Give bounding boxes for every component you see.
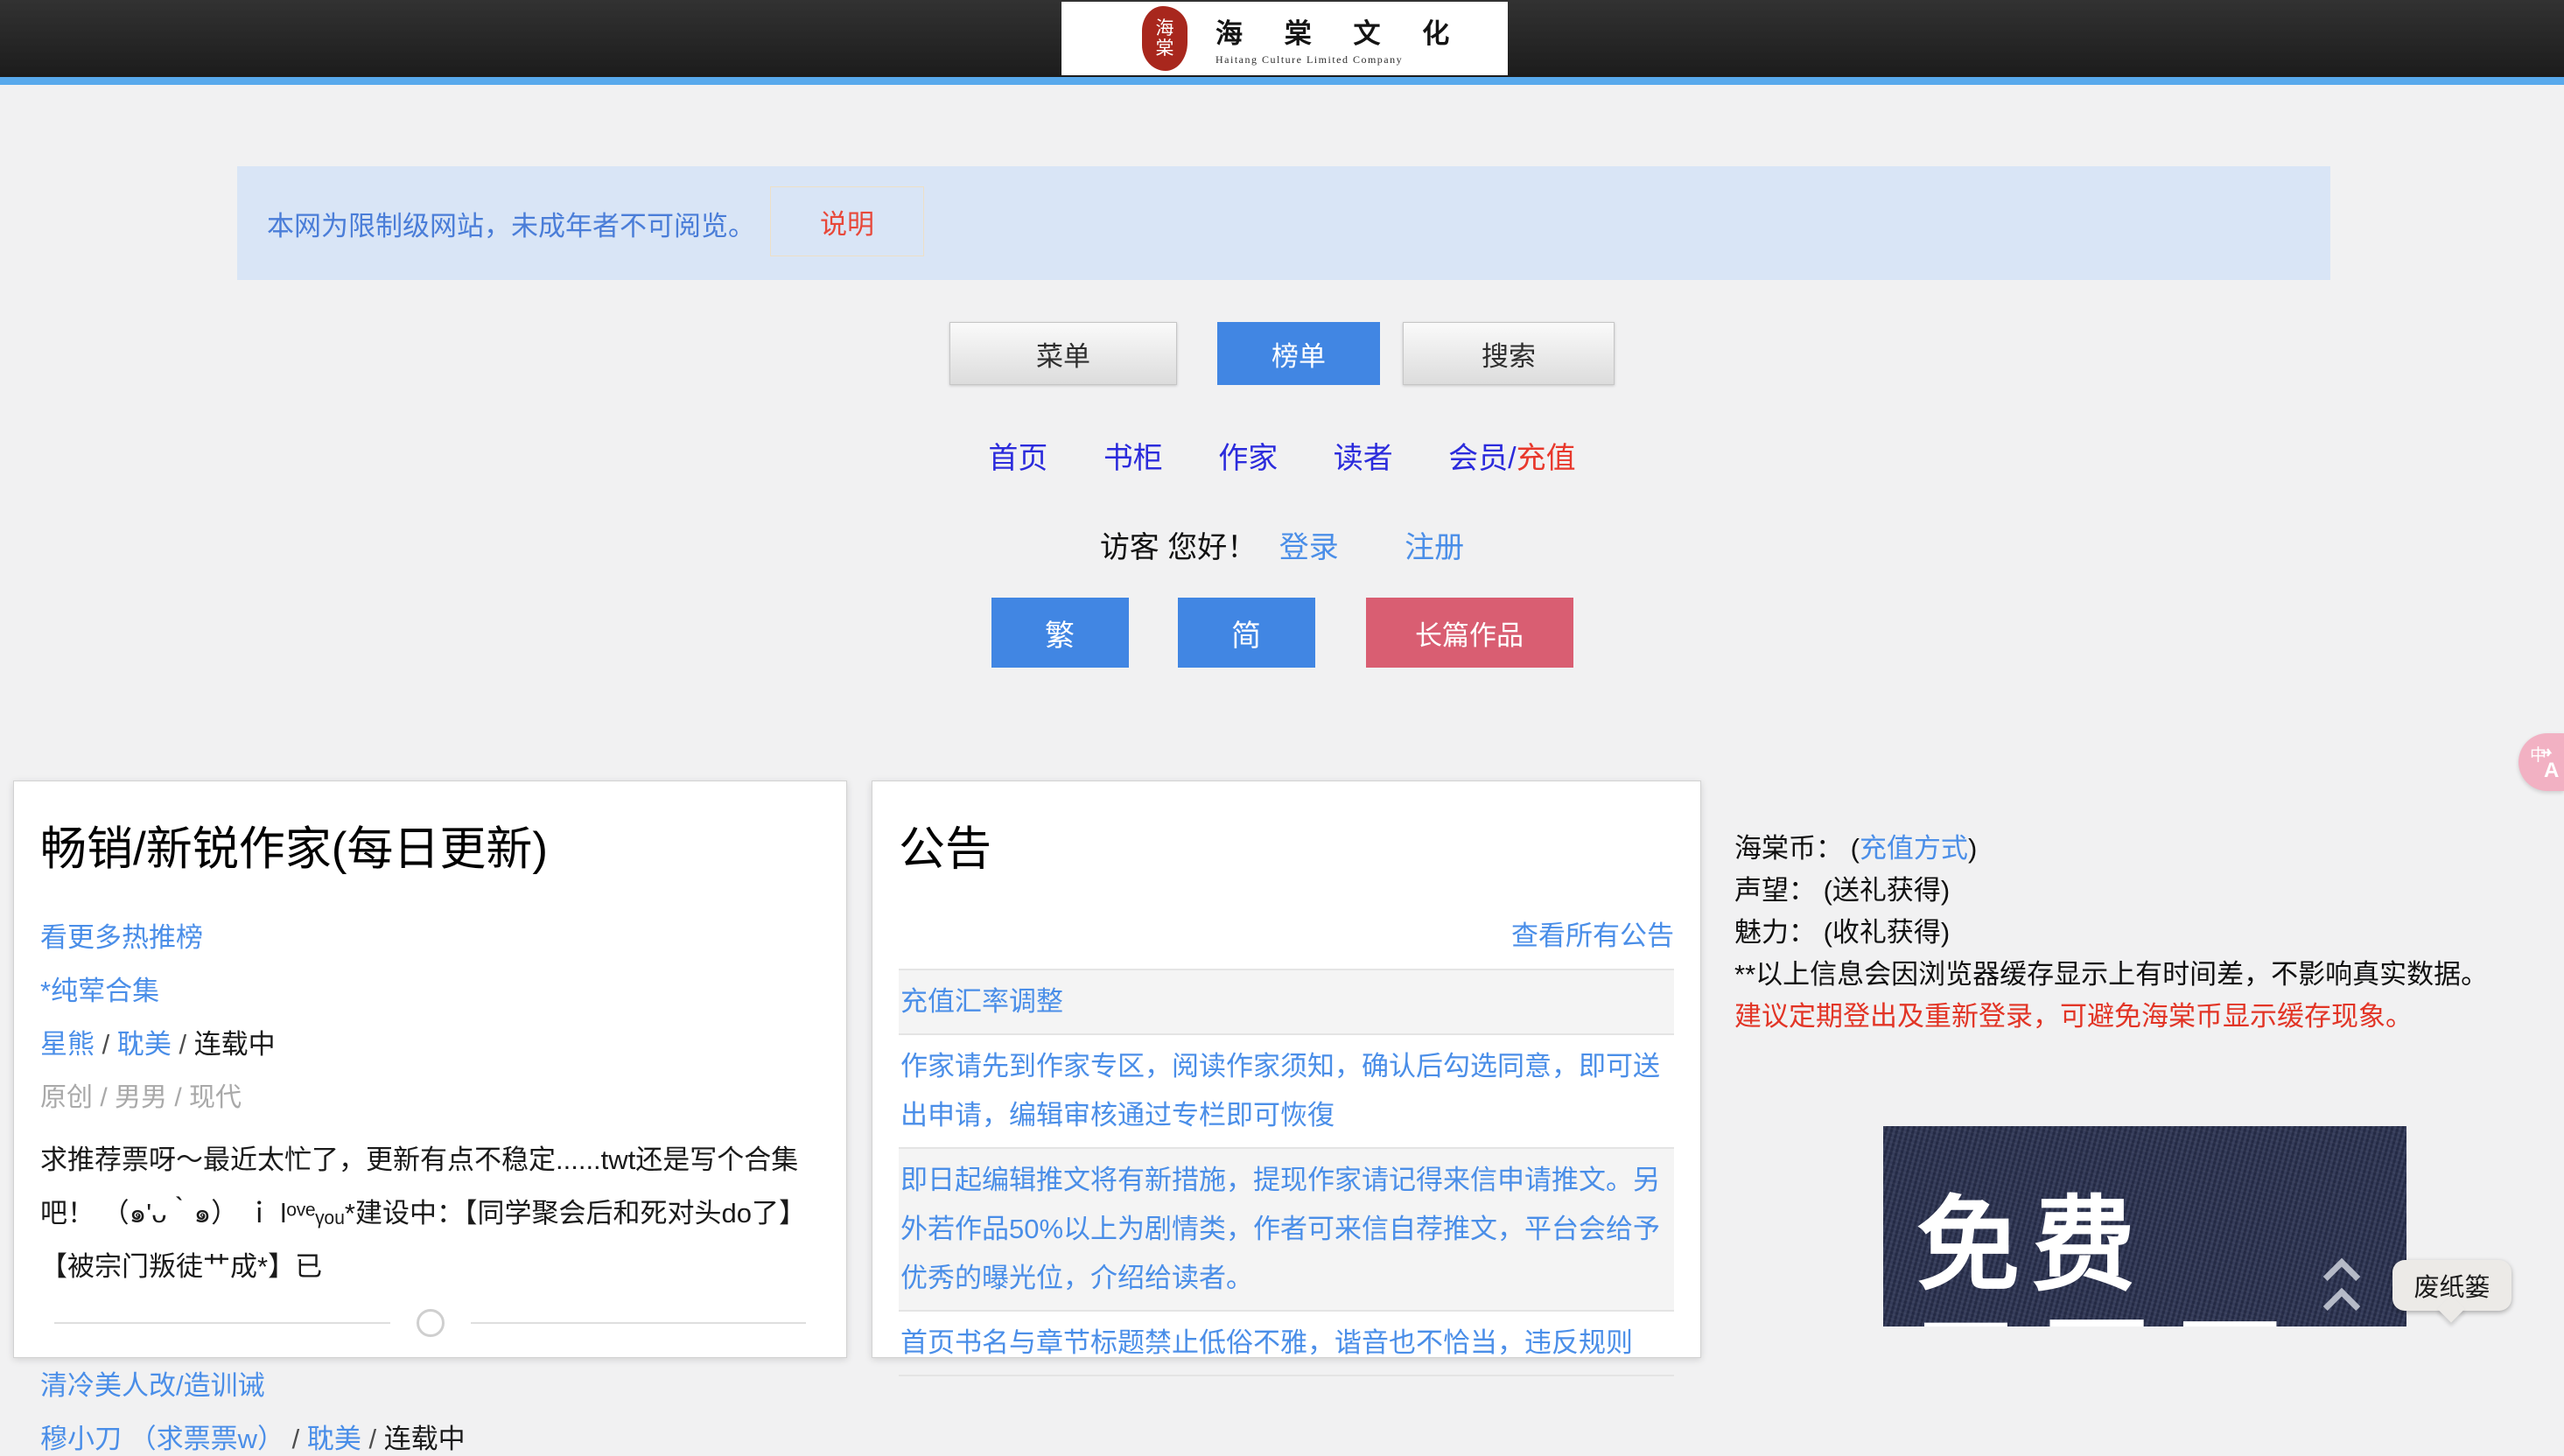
book-title-link[interactable]: 清冷美人改/造训诫	[40, 1370, 265, 1401]
panel-divider	[54, 1309, 806, 1337]
book-meta-row: 星熊 / 耽美 / 连载中	[40, 1022, 820, 1061]
announcements-panel-title: 公告	[899, 812, 1674, 878]
login-link[interactable]: 登录	[1279, 531, 1339, 564]
nav-separator: /	[1508, 442, 1516, 475]
cache-note: **以上信息会因浏览器缓存显示上有时间差，不影响真实数据。	[1734, 954, 2522, 996]
nav-recharge-link[interactable]: 充值	[1517, 442, 1576, 475]
notice-explain-link[interactable]: 说明	[770, 186, 924, 256]
translate-icon: 中 A	[2529, 744, 2564, 780]
book-meta-row: 穆小刀 （求票票w） / 耽美 / 连载中	[40, 1417, 820, 1456]
seal-char-1: 海	[1156, 18, 1174, 38]
lang-row: 繁 简 长篇作品	[0, 598, 2564, 668]
book-genre-link[interactable]: 耽美	[117, 1029, 172, 1060]
greeting-text: 访客 您好！	[1100, 531, 1257, 564]
book-title-row: 清冷美人改/造训诫	[40, 1363, 820, 1403]
announcement-item[interactable]: 即日起编辑推文将有新措施，提现作家请记得来信申请推文。另外若作品50%以上为剧情…	[899, 1149, 1674, 1312]
divider-line	[54, 1322, 390, 1324]
meta-separator: /	[95, 1029, 117, 1060]
nav-item-home[interactable]: 首页	[988, 434, 1047, 477]
book-status: 连载中	[384, 1424, 466, 1454]
restriction-notice: 本网为限制级网站，未成年者不可阅览。 说明	[237, 166, 2330, 280]
back-to-top-button[interactable]	[2321, 1264, 2363, 1323]
divider-line	[471, 1322, 807, 1324]
wallet-label: 海棠币： (	[1734, 833, 1860, 864]
wallet-line: 海棠币： (充值方式)	[1734, 828, 2522, 870]
simplified-chinese-button[interactable]: 简	[1178, 598, 1315, 668]
nav-item-readers[interactable]: 读者	[1334, 434, 1393, 477]
currency-info-panel: 海棠币： (充值方式) 声望： (送礼获得) 魅力： (收礼获得) **以上信息…	[1734, 828, 2522, 1038]
recharge-method-link[interactable]: 充值方式	[1860, 833, 1968, 864]
search-button[interactable]: 搜索	[1403, 322, 1615, 385]
nav-item-bookshelf[interactable]: 书柜	[1103, 434, 1163, 477]
svg-text:A: A	[2544, 759, 2559, 780]
traditional-chinese-button[interactable]: 繁	[991, 598, 1129, 668]
book-title-link[interactable]: *纯荤合集	[40, 976, 159, 1006]
announcement-item[interactable]: 作家请先到作家专区，阅读作家须知，确认后勾选同意，即可送出申请，编辑审核通过专栏…	[899, 1035, 1674, 1149]
divider-circle-icon	[417, 1309, 445, 1337]
cache-warning: 建议定期登出及重新登录，可避免海棠币显示缓存现象。	[1734, 996, 2522, 1038]
announcement-list: 充值汇率调整 作家请先到作家专区，阅读作家须知，确认后勾选同意，即可送出申请，编…	[899, 969, 1674, 1376]
book-author-link[interactable]: 星熊	[40, 1029, 95, 1060]
nav-member-link[interactable]: 会员	[1448, 442, 1508, 475]
announcements-panel: 公告 查看所有公告 充值汇率调整 作家请先到作家专区，阅读作家须知，确认后勾选同…	[872, 780, 1701, 1358]
book-author-link[interactable]: 穆小刀 （求票票w）	[40, 1424, 284, 1454]
wallet-label-close: )	[1968, 833, 1977, 864]
register-link[interactable]: 注册	[1405, 531, 1464, 564]
reputation-line: 声望： (送礼获得)	[1734, 870, 2522, 912]
header-accent-strip	[0, 77, 2564, 85]
translate-button[interactable]: 中 A	[2518, 733, 2564, 791]
meta-separator: /	[172, 1029, 194, 1060]
book-status: 连载中	[194, 1029, 276, 1060]
announcement-item[interactable]: 首页书名与章节标题禁止低俗不雅，谐音也不恰当，违反规则	[899, 1312, 1674, 1376]
charm-line: 魅力： (收礼获得)	[1734, 912, 2522, 954]
long-works-button[interactable]: 长篇作品	[1366, 598, 1573, 668]
book-genre-link[interactable]: 耽美	[307, 1424, 361, 1454]
bestseller-panel: 畅销/新锐作家(每日更新) 看更多热推榜 *纯荤合集 星熊 / 耽美 / 连载中…	[13, 780, 847, 1358]
meta-separator: /	[361, 1424, 384, 1454]
rank-button[interactable]: 榜单	[1217, 322, 1380, 385]
toolbar: 菜单 榜单 搜索	[0, 322, 2564, 385]
view-all-announcements-link[interactable]: 查看所有公告	[1511, 920, 1674, 951]
nav-item-authors[interactable]: 作家	[1218, 434, 1278, 477]
logo-title: 海 棠 文 化	[1215, 11, 1467, 51]
site-logo[interactable]: 海 棠 海 棠 文 化 Haitang Culture Limited Comp…	[1061, 2, 1508, 75]
logo-subtitle: Haitang Culture Limited Company	[1215, 53, 1467, 66]
trash-tooltip-label: 废纸篓	[2413, 1267, 2490, 1304]
bestseller-panel-title: 畅销/新锐作家(每日更新)	[40, 812, 820, 878]
announcement-item[interactable]: 充值汇率调整	[899, 970, 1674, 1035]
restriction-notice-text: 本网为限制级网站，未成年者不可阅览。	[267, 204, 755, 243]
book-description: 求推荐票呀～最近太忙了，更新有点不稳定......twt还是写个合集吧！ （๑'…	[40, 1133, 820, 1293]
meta-separator: /	[284, 1424, 307, 1454]
main-nav: 首页 书柜 作家 读者 会员/充值	[0, 434, 2564, 477]
seal-icon: 海 棠	[1142, 6, 1187, 71]
more-hot-rank-row: 看更多热推榜	[40, 915, 820, 955]
banner-text-line2: 用图网	[1909, 1282, 2308, 1326]
seal-char-2: 棠	[1156, 38, 1174, 59]
logo-text: 海 棠 文 化 Haitang Culture Limited Company	[1215, 11, 1467, 66]
more-hot-rank-link[interactable]: 看更多热推榜	[40, 922, 203, 953]
book-tags: 原创 / 男男 / 现代	[40, 1075, 820, 1114]
trash-tooltip: 废纸篓	[2392, 1260, 2511, 1311]
chevron-up-icon	[2323, 1288, 2360, 1325]
nav-item-member-recharge: 会员/充值	[1448, 434, 1575, 477]
book-title-row: *纯荤合集	[40, 969, 820, 1008]
menu-button[interactable]: 菜单	[949, 322, 1177, 385]
view-all-row: 查看所有公告	[899, 914, 1674, 953]
greeting-row: 访客 您好！ 登录 注册	[0, 523, 2564, 566]
